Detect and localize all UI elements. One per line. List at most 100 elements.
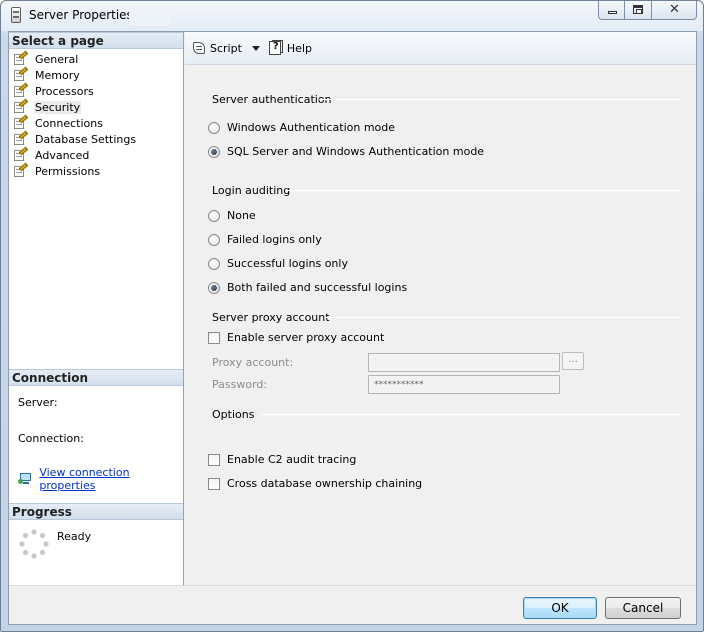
page-wrench-icon (13, 98, 29, 114)
cancel-button[interactable]: Cancel (605, 597, 681, 619)
view-connection-properties[interactable]: View connection properties (18, 466, 183, 492)
radio-icon (208, 209, 220, 222)
audit-both-radio[interactable]: Both failed and successful logins (208, 281, 407, 294)
help-button[interactable]: Help (268, 40, 312, 56)
server-icon (11, 7, 21, 23)
page-item-label: Database Settings (35, 132, 137, 146)
page-item-permissions[interactable]: Permissions (13, 162, 137, 179)
dialog-client: Select a page General Memory Processors … (8, 31, 697, 625)
radio-icon (208, 233, 220, 246)
page-wrench-icon (13, 50, 29, 66)
page-item-label: Advanced (35, 148, 90, 162)
maximize-button[interactable] (625, 1, 652, 20)
page-item-label: General (35, 52, 79, 66)
progress-spinner-icon (19, 529, 49, 559)
server-authentication-title: Server authentication (212, 93, 332, 106)
progress-header: Progress (9, 503, 183, 520)
group-divider (326, 317, 680, 318)
c2-audit-checkbox[interactable]: Enable C2 audit tracing (208, 453, 356, 466)
help-label: Help (286, 41, 312, 55)
page-item-processors[interactable]: Processors (13, 82, 137, 99)
page-wrench-icon (13, 130, 29, 146)
radio-icon (208, 257, 220, 270)
page-item-memory[interactable]: Memory (13, 66, 137, 83)
page-item-label: Security (34, 100, 82, 114)
server-proxy-title: Server proxy account (212, 311, 330, 324)
page-item-database-settings[interactable]: Database Settings (13, 130, 137, 147)
group-divider (319, 99, 680, 100)
sql-windows-auth-radio[interactable]: SQL Server and Windows Authentication mo… (208, 145, 484, 158)
proxy-account-label: Proxy account: (212, 356, 294, 369)
password-label: Password: (212, 378, 268, 391)
option-label: Enable C2 audit tracing (227, 453, 357, 466)
option-label: Enable server proxy account (227, 331, 385, 344)
close-icon: ✕ (669, 2, 680, 17)
script-label: Script (210, 41, 242, 55)
cross-db-chaining-checkbox[interactable]: Cross database ownership chaining (208, 477, 422, 490)
audit-failed-radio[interactable]: Failed logins only (208, 233, 322, 246)
option-label: None (227, 209, 256, 222)
checkbox-icon (208, 331, 220, 344)
checkbox-icon (208, 477, 220, 490)
page-item-security[interactable]: Security (13, 98, 137, 115)
page-item-advanced[interactable]: Advanced (13, 146, 137, 163)
title-bar[interactable]: Server Properties - ✕ (1, 1, 703, 31)
page-item-label: Processors (35, 84, 94, 98)
right-pane: Script Help Server authentication Window… (185, 32, 696, 585)
audit-none-radio[interactable]: None (208, 209, 256, 222)
radio-checked-icon (208, 145, 220, 158)
dialog-footer: OK Cancel (9, 585, 696, 624)
connection-properties-icon (18, 472, 33, 486)
option-label: Successful logins only (227, 257, 348, 270)
left-pane: Select a page General Memory Processors … (9, 32, 184, 585)
browse-proxy-button[interactable]: ... (562, 352, 584, 370)
select-page-header: Select a page (9, 32, 183, 49)
view-connection-properties-link[interactable]: View connection properties (39, 466, 183, 492)
page-item-label: Permissions (35, 164, 101, 178)
chevron-down-icon[interactable] (251, 45, 260, 51)
script-icon (191, 40, 207, 56)
page-wrench-icon (13, 114, 29, 130)
script-button[interactable]: Script (191, 40, 260, 56)
restore-icon (633, 5, 643, 14)
proxy-account-input[interactable] (368, 353, 560, 372)
option-label: SQL Server and Windows Authentication mo… (227, 145, 485, 158)
progress-status: Ready (57, 530, 92, 543)
connection-header: Connection (9, 369, 183, 386)
page-list: General Memory Processors Security Conne… (13, 50, 137, 179)
checkbox-icon (208, 453, 220, 466)
enable-proxy-checkbox[interactable]: Enable server proxy account (208, 331, 384, 344)
options-title: Options (212, 408, 255, 421)
radio-checked-icon (208, 281, 220, 294)
title-redaction (129, 8, 171, 26)
password-input[interactable]: *********** (368, 375, 560, 394)
page-item-label: Connections (35, 116, 103, 130)
server-label: Server: (18, 396, 58, 409)
page-wrench-icon (13, 66, 29, 82)
connection-label: Connection: (18, 432, 84, 445)
login-auditing-title: Login auditing (212, 184, 291, 197)
ok-button[interactable]: OK (523, 597, 597, 619)
radio-icon (208, 121, 220, 134)
page-item-general[interactable]: General (13, 50, 137, 67)
group-divider (287, 190, 680, 191)
group-divider (261, 414, 680, 415)
window-title: Server Properties - (29, 8, 141, 22)
close-button[interactable]: ✕ (652, 1, 697, 20)
page-item-label: Memory (35, 68, 80, 82)
help-icon (268, 40, 284, 56)
minimize-button[interactable] (598, 1, 625, 20)
page-wrench-icon (13, 146, 29, 162)
server-properties-window: Server Properties - ✕ Select a page Gene… (0, 0, 704, 632)
minimize-icon (608, 11, 617, 14)
page-item-connections[interactable]: Connections (13, 114, 137, 131)
option-label: Cross database ownership chaining (227, 477, 423, 490)
option-label: Both failed and successful logins (227, 281, 408, 294)
option-label: Failed logins only (227, 233, 322, 246)
page-wrench-icon (13, 162, 29, 178)
option-label: Windows Authentication mode (227, 121, 396, 134)
windows-auth-radio[interactable]: Windows Authentication mode (208, 121, 395, 134)
page-wrench-icon (13, 82, 29, 98)
toolbar: Script Help (185, 32, 696, 65)
audit-successful-radio[interactable]: Successful logins only (208, 257, 348, 270)
